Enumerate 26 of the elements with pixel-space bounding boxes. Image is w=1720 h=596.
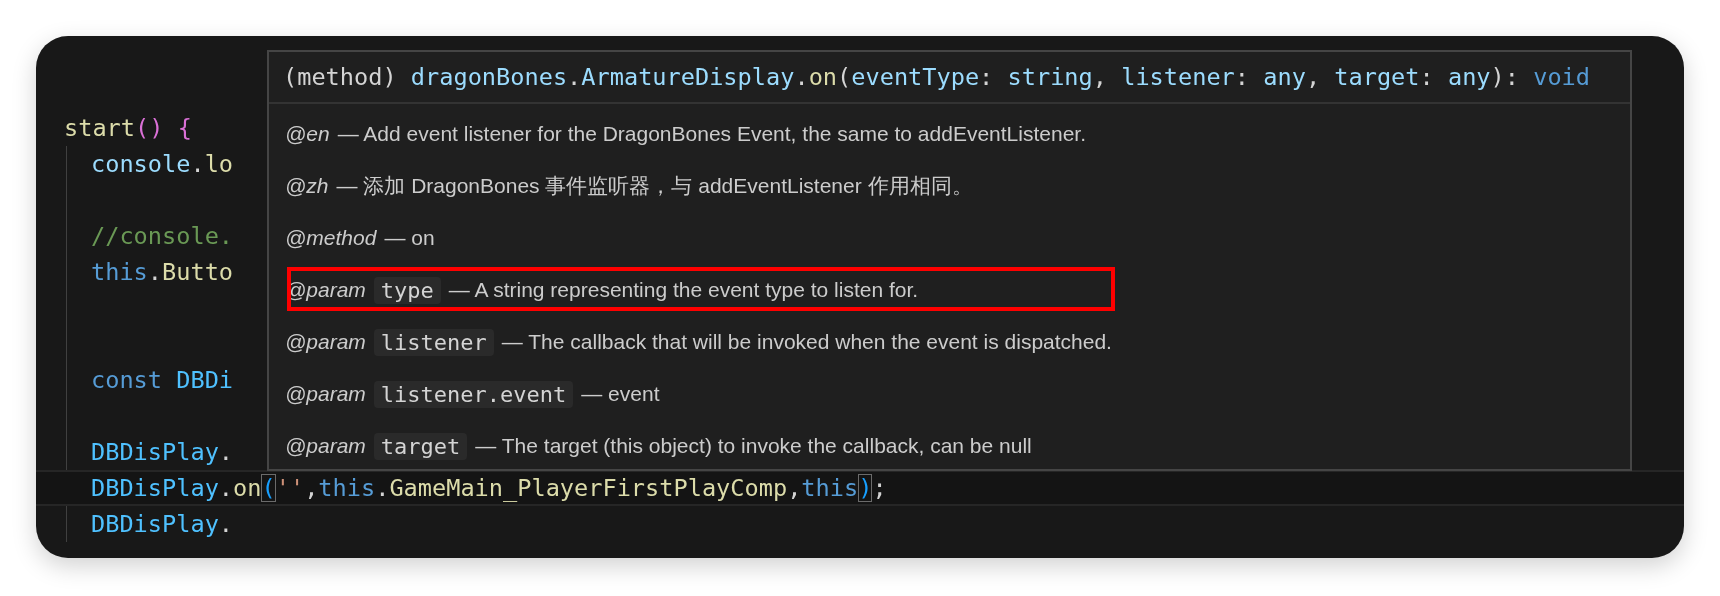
code-line: console.lo — [91, 149, 234, 179]
doc-text: — on — [384, 226, 435, 250]
code-line: this.Butto — [91, 257, 234, 287]
doc-text: — The callback that will be invoked when the event is dispatched. — [501, 330, 1112, 354]
method-signature: (method) dragonBones.ArmatureDisplay.on(eventType: string, listener: any, target: any): void — [269, 52, 1630, 104]
doc-tag: @en — [285, 122, 330, 146]
code-line: DBDisPlay. — [91, 437, 234, 467]
doc-text: — Add event listener for the DragonBones Event, the same to addEventListener. — [337, 122, 1086, 146]
doc-tag: @param — [285, 330, 366, 354]
doc-text: — The target (this object) to invoke the callback, can be null — [475, 434, 1032, 458]
doc-text: — 添加 DragonBones 事件监听器，与 addEventListener 作用相同。 — [336, 173, 973, 199]
doc-tag: @method — [285, 226, 377, 250]
code-line: DBDisPlay.on('',this.GameMain_PlayerFirstPlayComp,this); — [91, 473, 887, 503]
code-line: DBDisPlay. — [91, 509, 234, 539]
code-line: const DBDi — [91, 365, 234, 395]
code-line: start() { — [64, 113, 192, 143]
doc-text: — A string representing the event type to listen for. — [448, 278, 919, 302]
doc-tag: @zh — [285, 174, 329, 198]
param-name: target — [373, 432, 468, 460]
code-line: //console. — [91, 221, 234, 251]
doc-tag: @param — [285, 382, 366, 406]
param-name: listener — [373, 328, 494, 356]
param-name: listener.event — [373, 380, 574, 408]
param-name: type — [373, 276, 441, 304]
doc-tag: @param — [285, 434, 366, 458]
doc-text: — event — [581, 382, 660, 406]
